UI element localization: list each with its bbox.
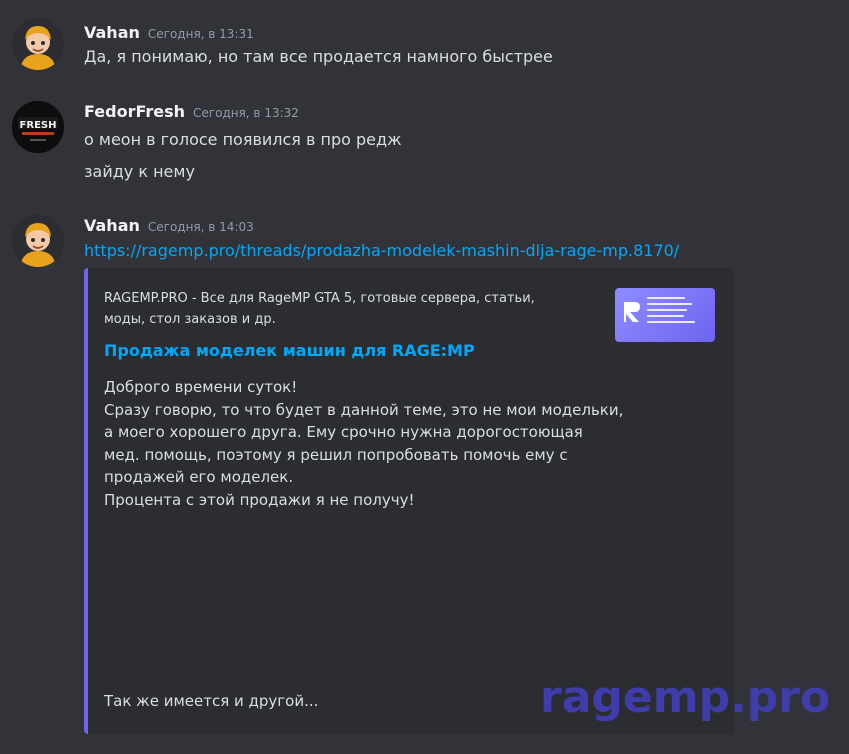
ragemp-logo-icon: [624, 302, 640, 322]
embed-title[interactable]: Продажа моделек машин для RAGE:MP: [104, 341, 475, 360]
author-name[interactable]: Vahan: [84, 23, 140, 42]
description-line: продажей его моделек.: [104, 468, 294, 486]
description-line: Процента с этой продажи я не получу!: [104, 490, 415, 509]
description-line: Доброго времени суток!: [104, 378, 298, 396]
embed-footer: Так же имеется и другой...: [104, 692, 319, 710]
thumbnail-text-lines: [647, 297, 711, 327]
timestamp: Сегодня, в 13:32: [193, 106, 299, 120]
avatar-vahan[interactable]: [12, 18, 64, 70]
message-header: Vahan Сегодня, в 14:03: [84, 215, 254, 237]
message-text: зайду к нему: [84, 162, 195, 181]
timestamp: Сегодня, в 14:03: [147, 220, 254, 234]
description-line: Сразу говорю, то что будет в данной теме…: [104, 400, 624, 419]
embed-thumbnail[interactable]: [615, 288, 715, 342]
timestamp: Сегодня, в 13:31: [147, 27, 254, 41]
author-name[interactable]: FedorFresh: [84, 102, 185, 121]
message-header: FedorFresh Сегодня, в 13:32: [84, 101, 299, 123]
message-text: Да, я понимаю, но там все продается намн…: [84, 47, 553, 66]
link-embed: RAGEMP.PRO - Все для RageMP GTA 5, готов…: [84, 268, 734, 734]
description-line: а моего хорошего друга. Ему срочно нужна…: [104, 423, 583, 441]
avatar-vahan[interactable]: [12, 215, 64, 267]
watermark: ragemp.pro: [540, 672, 831, 723]
description-line: мед. помощь, поэтому я решил попробовать…: [104, 445, 568, 464]
message-header: Vahan Сегодня, в 13:31: [84, 22, 254, 44]
avatar-text: FRESH: [20, 120, 57, 131]
embed-description: Доброго времени суток! Сразу говорю, то …: [104, 376, 623, 511]
message-text: о меон в голосе появился в про редж: [84, 130, 402, 149]
avatar-fedorfresh[interactable]: FRESH: [12, 101, 64, 153]
embed-provider[interactable]: RAGEMP.PRO - Все для RageMP GTA 5, готов…: [104, 288, 574, 330]
message-link[interactable]: https://ragemp.pro/threads/prodazha-mode…: [84, 240, 679, 262]
author-name[interactable]: Vahan: [84, 216, 140, 235]
